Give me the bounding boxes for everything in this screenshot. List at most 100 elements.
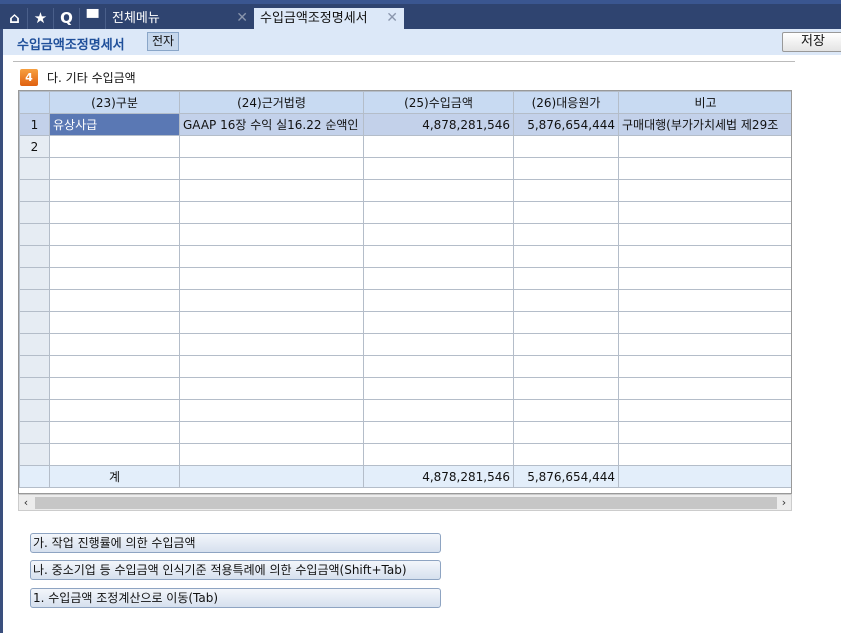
cost-cell[interactable] xyxy=(513,223,619,246)
revenue-cell[interactable] xyxy=(363,311,514,334)
progress-revenue-button[interactable]: 가. 작업 진행률에 의한 수입금액 xyxy=(30,533,441,553)
revenue-cell[interactable] xyxy=(363,421,514,444)
revenue-cell[interactable] xyxy=(363,377,514,400)
column-header[interactable]: (26)대응원가 xyxy=(513,91,619,114)
search-icon[interactable]: Q xyxy=(54,8,80,29)
cost-cell[interactable] xyxy=(513,289,619,312)
cost-cell[interactable] xyxy=(513,399,619,422)
home-icon[interactable]: ⌂ xyxy=(2,8,28,29)
revenue-cell[interactable] xyxy=(363,289,514,312)
scrollbar-thumb[interactable] xyxy=(35,497,777,509)
law-cell[interactable] xyxy=(179,311,364,334)
note-cell[interactable] xyxy=(618,245,791,268)
table-row[interactable] xyxy=(19,399,791,422)
electronic-badge[interactable]: 전자 xyxy=(147,32,180,51)
sme-revenue-button[interactable]: 나. 중소기업 등 수입금액 인식기준 적용특례에 의한 수입금액(Shift+… xyxy=(30,560,441,580)
cost-cell[interactable] xyxy=(513,245,619,268)
revenue-cell[interactable]: 4,878,281,546 xyxy=(363,113,514,136)
revenue-cell[interactable] xyxy=(363,179,514,202)
save-button[interactable]: 저장 xyxy=(782,32,841,52)
note-cell[interactable] xyxy=(618,311,791,334)
revenue-cell[interactable] xyxy=(363,245,514,268)
category-cell[interactable] xyxy=(49,135,180,158)
close-icon[interactable]: ✕ xyxy=(386,8,398,29)
law-cell[interactable] xyxy=(179,157,364,180)
horizontal-scrollbar[interactable]: ‹ › xyxy=(18,494,792,511)
category-cell[interactable] xyxy=(49,443,180,466)
table-row[interactable] xyxy=(19,333,791,356)
table-row[interactable] xyxy=(19,245,791,268)
note-cell[interactable] xyxy=(618,289,791,312)
revenue-cell[interactable] xyxy=(363,157,514,180)
note-cell[interactable]: 구매대행(부가가치세법 제29조 xyxy=(618,113,791,136)
cost-cell[interactable] xyxy=(513,443,619,466)
revenue-cell[interactable] xyxy=(363,201,514,224)
note-cell[interactable] xyxy=(618,179,791,202)
column-header[interactable]: (24)근거법령 xyxy=(179,91,364,114)
category-cell[interactable] xyxy=(49,179,180,202)
note-cell[interactable] xyxy=(618,267,791,290)
category-cell[interactable] xyxy=(49,377,180,400)
cost-cell[interactable] xyxy=(513,421,619,444)
law-cell[interactable] xyxy=(179,399,364,422)
category-cell[interactable] xyxy=(49,421,180,444)
column-header[interactable]: 비고 xyxy=(618,91,791,114)
category-cell[interactable] xyxy=(49,289,180,312)
law-cell[interactable] xyxy=(179,223,364,246)
law-cell[interactable] xyxy=(179,333,364,356)
note-cell[interactable] xyxy=(618,333,791,356)
category-cell[interactable] xyxy=(49,399,180,422)
revenue-cell[interactable] xyxy=(363,333,514,356)
revenue-cell[interactable] xyxy=(363,223,514,246)
table-row[interactable] xyxy=(19,179,791,202)
tab-full-menu[interactable]: 전체메뉴 ✕ xyxy=(106,8,254,29)
column-header[interactable]: (23)구분 xyxy=(49,91,180,114)
cost-cell[interactable]: 5,876,654,444 xyxy=(513,113,619,136)
note-cell[interactable] xyxy=(618,157,791,180)
table-row[interactable] xyxy=(19,377,791,400)
law-cell[interactable] xyxy=(179,421,364,444)
category-cell[interactable] xyxy=(49,311,180,334)
category-cell[interactable] xyxy=(49,201,180,224)
cost-cell[interactable] xyxy=(513,157,619,180)
note-cell[interactable] xyxy=(618,135,791,158)
cost-cell[interactable] xyxy=(513,377,619,400)
table-row[interactable] xyxy=(19,311,791,334)
star-icon[interactable]: ★ xyxy=(28,8,54,29)
column-header[interactable]: (25)수입금액 xyxy=(363,91,514,114)
category-cell[interactable] xyxy=(49,157,180,180)
revenue-cell[interactable] xyxy=(363,443,514,466)
law-cell[interactable] xyxy=(179,135,364,158)
table-row[interactable] xyxy=(19,421,791,444)
revenue-cell[interactable] xyxy=(363,355,514,378)
category-cell[interactable] xyxy=(49,223,180,246)
note-cell[interactable] xyxy=(618,201,791,224)
note-cell[interactable] xyxy=(618,355,791,378)
category-cell[interactable]: 유상사급 xyxy=(49,113,180,136)
close-icon[interactable]: ✕ xyxy=(236,8,248,29)
law-cell[interactable] xyxy=(179,355,364,378)
category-cell[interactable] xyxy=(49,245,180,268)
law-cell[interactable] xyxy=(179,245,364,268)
law-cell[interactable] xyxy=(179,267,364,290)
cost-cell[interactable] xyxy=(513,135,619,158)
table-row[interactable] xyxy=(19,157,791,180)
cost-cell[interactable] xyxy=(513,311,619,334)
law-cell[interactable] xyxy=(179,289,364,312)
revenue-cell[interactable] xyxy=(363,267,514,290)
table-row[interactable]: 1 유상사급 GAAP 16장 수익 실16.22 순액인 4,878,281,… xyxy=(19,113,791,136)
revenue-cell[interactable] xyxy=(363,399,514,422)
revenue-cell[interactable] xyxy=(363,135,514,158)
table-row[interactable] xyxy=(19,201,791,224)
table-row[interactable] xyxy=(19,443,791,466)
note-cell[interactable] xyxy=(618,421,791,444)
law-cell[interactable]: GAAP 16장 수익 실16.22 순액인 xyxy=(179,113,364,136)
cost-cell[interactable] xyxy=(513,179,619,202)
category-cell[interactable] xyxy=(49,355,180,378)
law-cell[interactable] xyxy=(179,201,364,224)
law-cell[interactable] xyxy=(179,443,364,466)
table-row[interactable] xyxy=(19,289,791,312)
cost-cell[interactable] xyxy=(513,201,619,224)
cost-cell[interactable] xyxy=(513,267,619,290)
note-cell[interactable] xyxy=(618,377,791,400)
